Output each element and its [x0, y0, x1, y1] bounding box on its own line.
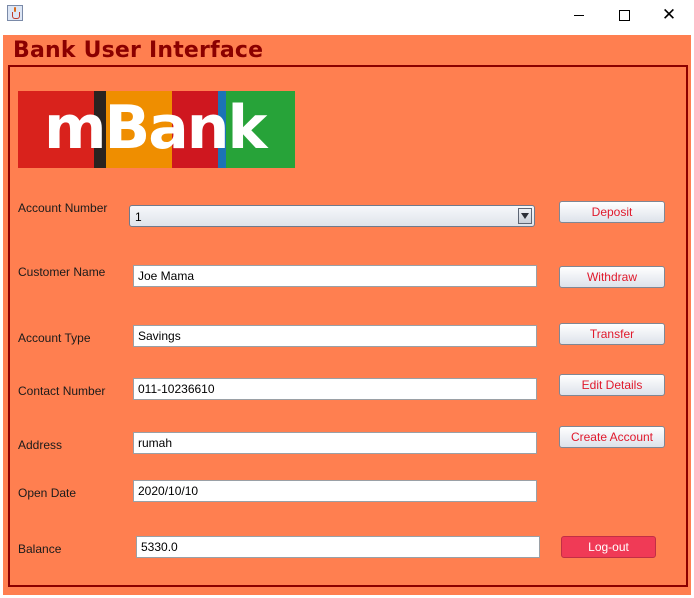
account-type-field[interactable]	[133, 325, 537, 347]
account-type-label: Account Type	[18, 331, 91, 345]
mbank-logo: mBank	[18, 91, 295, 168]
chevron-down-icon[interactable]	[518, 208, 532, 224]
maximize-icon	[618, 9, 630, 21]
open-date-field[interactable]	[133, 480, 537, 502]
customer-name-field[interactable]	[133, 265, 537, 287]
account-number-label: Account Number	[18, 201, 108, 215]
minimize-button[interactable]	[556, 0, 602, 30]
page-title: Bank User Interface	[13, 38, 264, 63]
close-icon: ✕	[661, 5, 677, 25]
deposit-button[interactable]: Deposit	[559, 201, 665, 223]
logo-text: mBank	[44, 93, 267, 163]
window-frame: Bank User Interface mBank Account Number…	[0, 30, 694, 598]
contact-number-label: Contact Number	[18, 384, 106, 398]
customer-name-label: Customer Name	[18, 265, 106, 279]
contact-number-field[interactable]	[133, 378, 537, 400]
open-date-label: Open Date	[18, 486, 77, 500]
balance-label: Balance	[18, 542, 62, 556]
account-number-select[interactable]: 1	[129, 205, 535, 227]
close-button[interactable]: ✕	[646, 0, 692, 30]
address-field[interactable]	[133, 432, 537, 454]
content-pane: Bank User Interface mBank Account Number…	[3, 35, 691, 595]
logout-button[interactable]: Log-out	[561, 536, 656, 558]
transfer-button[interactable]: Transfer	[559, 323, 665, 345]
address-label: Address	[18, 438, 63, 452]
java-app-icon	[7, 5, 23, 21]
create-account-button[interactable]: Create Account	[559, 426, 665, 448]
account-number-value: 1	[135, 210, 142, 224]
minimize-icon	[574, 14, 584, 16]
withdraw-button[interactable]: Withdraw	[559, 266, 665, 288]
edit-details-button[interactable]: Edit Details	[559, 374, 665, 396]
window-titlebar: ✕	[0, 0, 694, 30]
balance-field[interactable]	[136, 536, 540, 558]
maximize-button[interactable]	[601, 0, 647, 30]
